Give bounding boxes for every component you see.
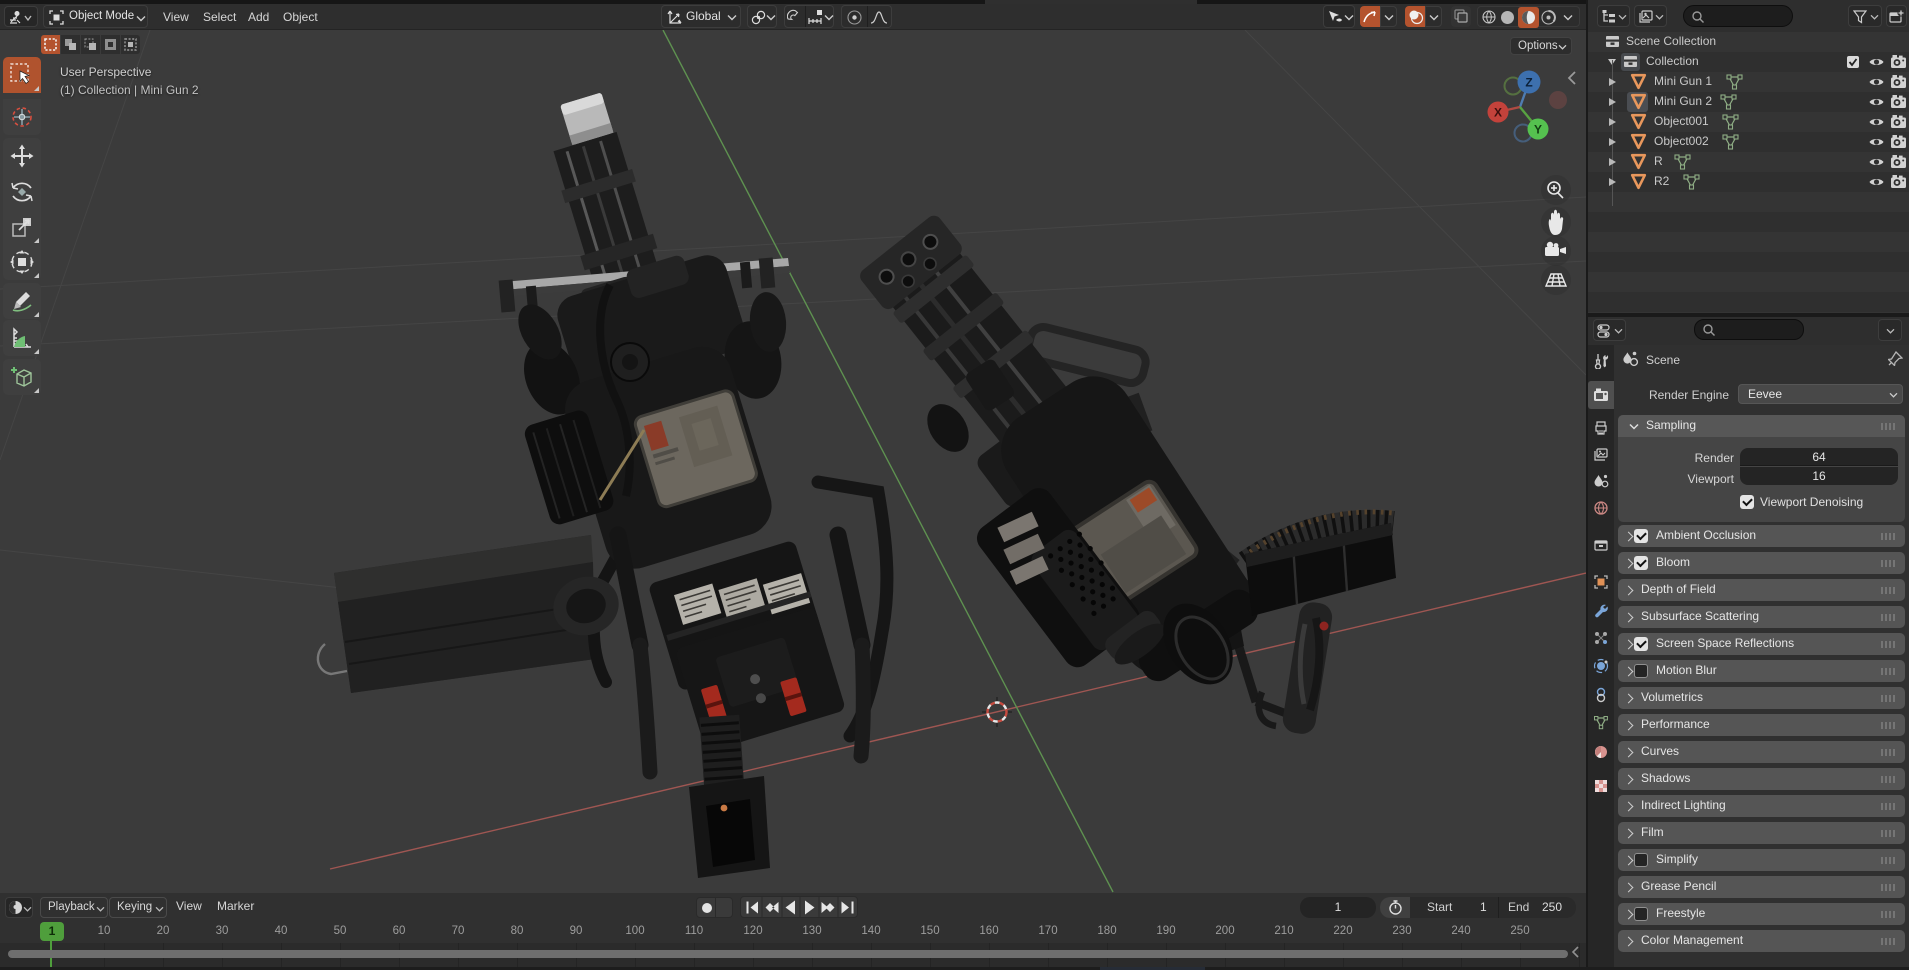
svg-text:Z: Z (1525, 76, 1532, 90)
svg-text:Y: Y (1534, 123, 1542, 137)
svg-text:X: X (1494, 106, 1502, 120)
